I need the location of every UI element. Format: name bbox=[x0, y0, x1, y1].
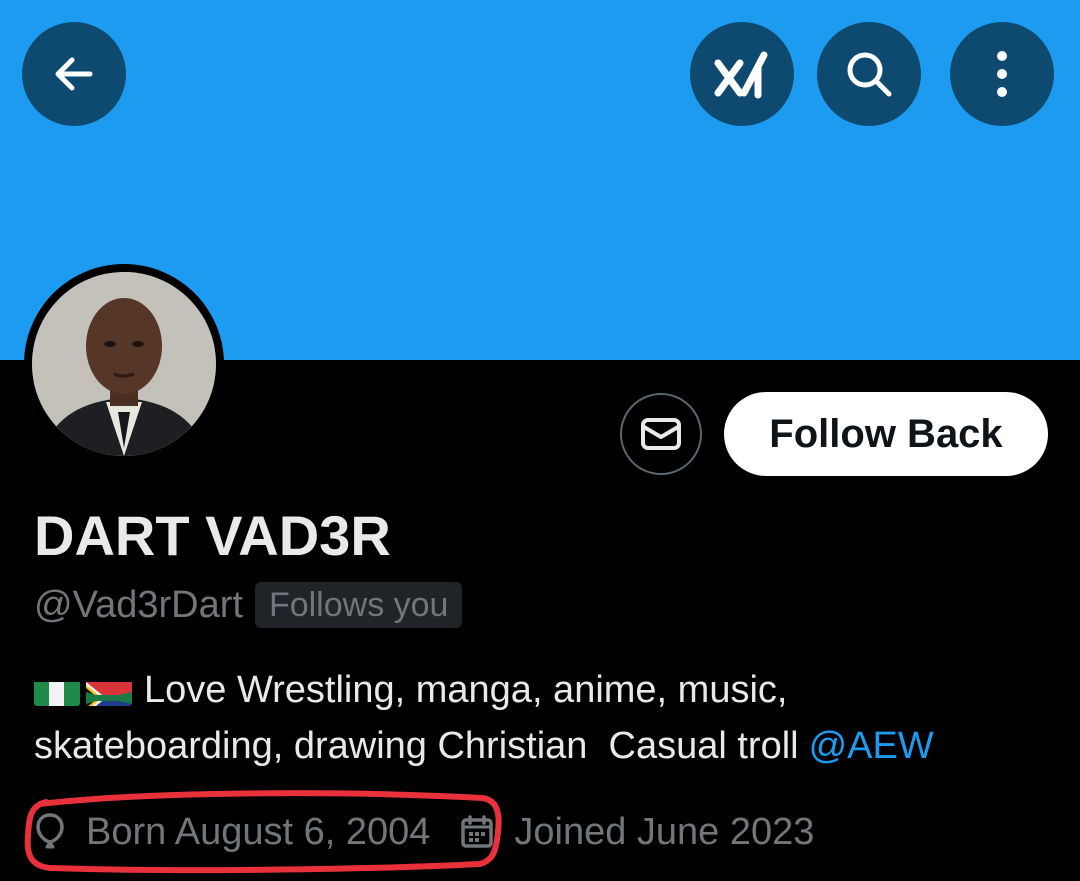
birthday-item: Born August 6, 2004 bbox=[34, 811, 430, 854]
grok-icon bbox=[714, 51, 768, 99]
profile-page: Follow Back DART VAD3R @Vad3rDart Follow… bbox=[0, 0, 1080, 881]
bio-line-1: Love Wrestling, manga, anime, music, bbox=[34, 662, 1064, 718]
handle-row: @Vad3rDart Follows you bbox=[34, 582, 463, 628]
avatar[interactable] bbox=[24, 264, 224, 464]
search-button[interactable] bbox=[817, 22, 921, 126]
bio-text-line-2: skateboarding, drawing Christian Casual … bbox=[34, 725, 799, 767]
back-button[interactable] bbox=[22, 22, 126, 126]
follow-back-button[interactable]: Follow Back bbox=[724, 392, 1048, 476]
search-icon bbox=[847, 52, 892, 97]
avatar-image bbox=[32, 272, 216, 456]
display-name: DART VAD3R bbox=[34, 504, 391, 567]
envelope-icon bbox=[641, 418, 681, 450]
message-button[interactable] bbox=[620, 393, 702, 475]
arrow-left-icon bbox=[55, 57, 93, 91]
calendar-icon bbox=[461, 815, 494, 848]
user-handle: @Vad3rDart bbox=[34, 583, 243, 626]
joined-item: Joined June 2023 bbox=[460, 811, 814, 854]
profile-meta: Born August 6, 2004 Joined June 2023 bbox=[34, 806, 814, 858]
bio-text-line-1: Love Wrestling, manga, anime, music, bbox=[144, 669, 788, 711]
bio-line-2: skateboarding, drawing Christian Casual … bbox=[34, 718, 1064, 774]
more-vertical-icon bbox=[997, 51, 1007, 97]
balloon-icon bbox=[36, 813, 64, 849]
joined-text: Joined June 2023 bbox=[514, 810, 815, 853]
follows-you-badge: Follows you bbox=[254, 582, 463, 628]
profile-bio: Love Wrestling, manga, anime, music, ska… bbox=[34, 662, 1064, 774]
south-africa-flag-icon bbox=[86, 674, 132, 706]
birthday-text: Born August 6, 2004 bbox=[86, 810, 431, 853]
mention-link-aew[interactable]: @AEW bbox=[809, 718, 934, 774]
grok-button[interactable] bbox=[690, 22, 794, 126]
nigeria-flag-icon bbox=[34, 674, 80, 706]
more-options-button[interactable] bbox=[950, 22, 1054, 126]
